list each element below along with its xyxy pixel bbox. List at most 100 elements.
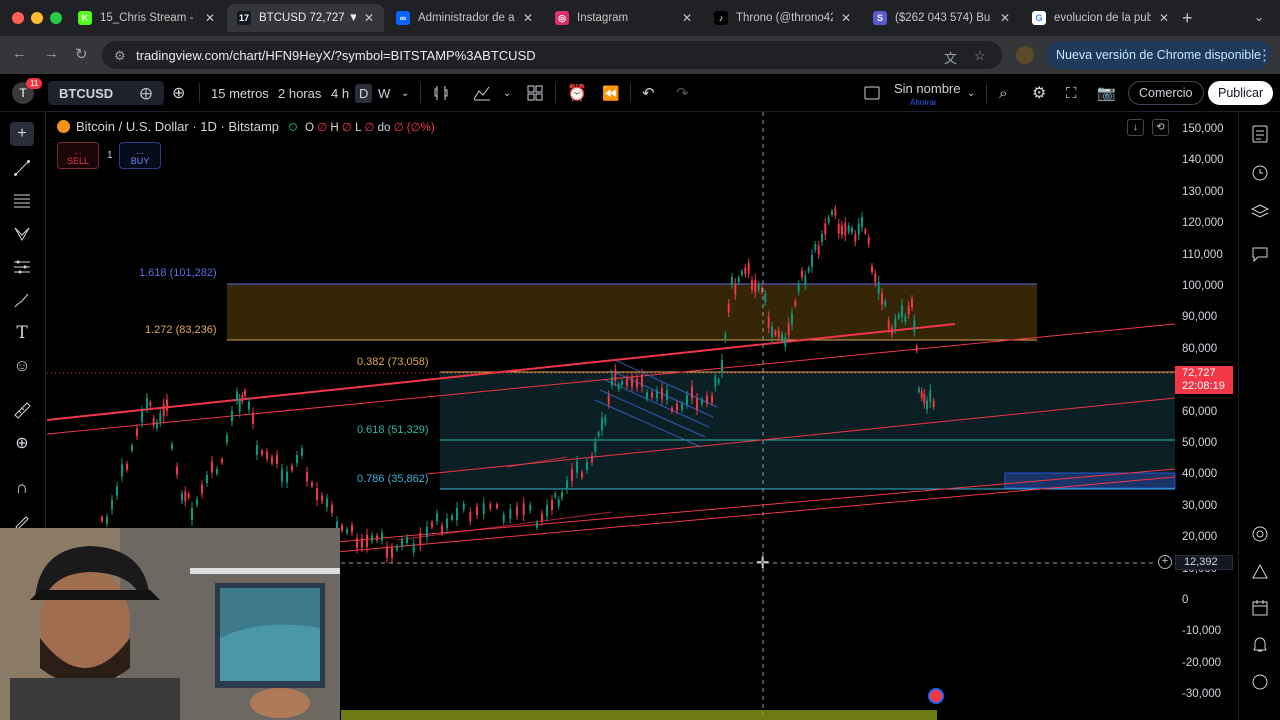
emoji-icon[interactable]: ☺ bbox=[10, 354, 34, 378]
text-tool-icon[interactable]: T bbox=[10, 321, 34, 345]
candle-body bbox=[181, 493, 183, 501]
tab-favicon-icon: ♪ bbox=[714, 11, 728, 25]
settings-gear-icon[interactable]: ⚙ bbox=[1032, 74, 1046, 112]
help-icon[interactable] bbox=[1250, 672, 1270, 692]
timeframe-dropdown-chevron-icon[interactable]: ⌄ bbox=[401, 74, 409, 112]
chrome-update-button[interactable]: Nueva versión de Chrome disponible bbox=[1046, 41, 1271, 69]
candle-body bbox=[597, 432, 600, 437]
fib-retracement-icon[interactable] bbox=[10, 189, 34, 213]
prediction-tool-icon[interactable] bbox=[10, 255, 34, 279]
new-tab-button[interactable]: + bbox=[1182, 8, 1193, 29]
scroll-down-icon[interactable]: ↓ bbox=[1127, 119, 1144, 136]
magnet-icon[interactable]: ∩ bbox=[10, 476, 34, 500]
layers-icon[interactable] bbox=[1250, 202, 1270, 222]
undo-icon[interactable]: ↶ bbox=[642, 74, 655, 112]
browser-tab[interactable]: 17 BTCUSD 72,727 ▼ - ✕ bbox=[227, 4, 384, 32]
timeframe-1w[interactable]: W bbox=[378, 74, 390, 112]
refresh-icon[interactable]: ⟲ bbox=[1152, 119, 1169, 136]
reload-icon[interactable]: ↻ bbox=[75, 45, 88, 63]
browser-menu-icon[interactable]: ⋮ bbox=[1257, 46, 1272, 64]
extension-icon[interactable] bbox=[1016, 46, 1034, 64]
candle-body bbox=[341, 525, 343, 531]
browser-tab[interactable]: ◎ Instagram ✕ bbox=[545, 4, 702, 32]
ideas-icon[interactable] bbox=[1250, 562, 1270, 582]
tab-close-icon[interactable]: ✕ bbox=[841, 11, 851, 25]
trend-line-icon[interactable] bbox=[10, 156, 34, 180]
candle-style-icon[interactable] bbox=[433, 74, 449, 112]
quick-search-icon[interactable]: ⌕ bbox=[999, 74, 1007, 112]
candle-body bbox=[241, 395, 244, 402]
sell-button[interactable]: ... SELL bbox=[57, 142, 99, 169]
compare-symbol-icon[interactable]: ⨁ bbox=[140, 74, 152, 112]
layout-checkbox-icon[interactable] bbox=[864, 74, 880, 112]
chart-legend[interactable]: Bitcoin / U.S. Dollar · 1D · Bitstamp O … bbox=[57, 119, 435, 134]
indicators-chevron-icon[interactable]: ⌄ bbox=[503, 74, 511, 112]
bookmark-star-icon[interactable]: ☆ bbox=[974, 48, 986, 64]
candle-body bbox=[391, 548, 393, 558]
site-info-icon[interactable]: ⚙ bbox=[114, 48, 126, 64]
snapshot-camera-icon[interactable]: 📷 bbox=[1097, 74, 1116, 112]
window-close-button[interactable] bbox=[12, 12, 24, 24]
candle-body bbox=[159, 413, 162, 423]
address-bar[interactable]: ⚙ tradingview.com/chart/HFN9HeyX/?symbol… bbox=[102, 41, 1002, 69]
back-arrow-icon[interactable]: ← bbox=[12, 45, 27, 62]
tab-close-icon[interactable]: ✕ bbox=[682, 11, 692, 25]
alerts-clock-icon[interactable] bbox=[1250, 162, 1270, 182]
url-text: tradingview.com/chart/HFN9HeyX/?symbol=B… bbox=[136, 47, 536, 63]
crosshair-cursor-icon[interactable]: + bbox=[10, 122, 34, 146]
tab-close-icon[interactable]: ✕ bbox=[523, 11, 533, 25]
timeframe-4h[interactable]: 4 h bbox=[331, 74, 349, 112]
timeframe-15m[interactable]: 15 metros bbox=[211, 74, 269, 112]
candle-body bbox=[226, 435, 228, 443]
order-quantity[interactable]: 1 bbox=[107, 150, 113, 161]
browser-tab[interactable]: ♪ Throno (@throno42 ✕ bbox=[704, 4, 861, 32]
templates-grid-icon[interactable] bbox=[527, 74, 543, 112]
candle-body bbox=[676, 403, 678, 411]
candle-body bbox=[894, 318, 897, 329]
target-icon[interactable] bbox=[1250, 524, 1270, 544]
trade-button[interactable]: Comercio bbox=[1128, 81, 1204, 105]
alert-clock-icon[interactable]: ⏰ bbox=[567, 74, 587, 112]
tab-close-icon[interactable]: ✕ bbox=[364, 11, 374, 25]
browser-tab[interactable]: Gevolucion de la pub ✕ bbox=[1022, 4, 1179, 32]
tab-favicon-icon: ◎ bbox=[555, 11, 569, 25]
add-symbol-icon[interactable]: ⊕ bbox=[172, 74, 185, 112]
publish-button[interactable]: Publicar bbox=[1208, 81, 1274, 105]
calendar-icon[interactable] bbox=[1250, 598, 1270, 618]
browser-tab[interactable]: ∞ Administrador de a ✕ bbox=[386, 4, 543, 32]
add-alert-plus-icon[interactable]: + bbox=[1158, 555, 1172, 569]
candle-body bbox=[286, 471, 288, 483]
buy-button[interactable]: ... BUY bbox=[119, 142, 161, 169]
tab-close-icon[interactable]: ✕ bbox=[205, 11, 215, 25]
window-minimize-button[interactable] bbox=[31, 12, 43, 24]
browser-tab[interactable]: K 15_Chris Stream - V ✕ bbox=[68, 4, 225, 32]
zoom-in-icon[interactable]: ⊕ bbox=[10, 431, 34, 455]
tab-search-chevron-icon[interactable]: ⌄ bbox=[1254, 10, 1264, 24]
candle-body bbox=[701, 399, 703, 405]
layout-chevron-icon[interactable]: ⌄ bbox=[967, 74, 975, 112]
pattern-tool-icon[interactable] bbox=[10, 222, 34, 246]
tab-close-icon[interactable]: ✕ bbox=[1159, 11, 1169, 25]
fullscreen-icon[interactable]: ⛶ bbox=[1066, 74, 1077, 112]
browser-tab[interactable]: S ($262 043 574) Bu ✕ bbox=[863, 4, 1020, 32]
candle-body bbox=[541, 513, 543, 522]
candle-body bbox=[156, 422, 158, 428]
candle-body bbox=[489, 503, 492, 509]
indicators-icon[interactable] bbox=[473, 74, 491, 112]
window-maximize-button[interactable] bbox=[50, 12, 62, 24]
tab-favicon-icon: S bbox=[873, 11, 887, 25]
candle-body bbox=[847, 225, 850, 232]
timeframe-2h[interactable]: 2 horas bbox=[278, 74, 321, 112]
chat-icon[interactable] bbox=[1250, 244, 1270, 264]
redo-icon[interactable]: ↷ bbox=[676, 74, 689, 112]
notifications-bell-icon[interactable] bbox=[1250, 634, 1270, 654]
candle-body bbox=[824, 223, 827, 235]
brush-icon[interactable] bbox=[10, 288, 34, 312]
timeframe-1d[interactable]: D bbox=[355, 74, 373, 112]
watchlist-icon[interactable] bbox=[1250, 124, 1270, 144]
ruler-icon[interactable] bbox=[10, 398, 34, 422]
tab-close-icon[interactable]: ✕ bbox=[1000, 11, 1010, 25]
replay-icon[interactable]: ⏪ bbox=[602, 74, 619, 112]
translate-icon[interactable]: 文 bbox=[944, 48, 957, 67]
forward-arrow-icon[interactable]: → bbox=[44, 45, 59, 62]
